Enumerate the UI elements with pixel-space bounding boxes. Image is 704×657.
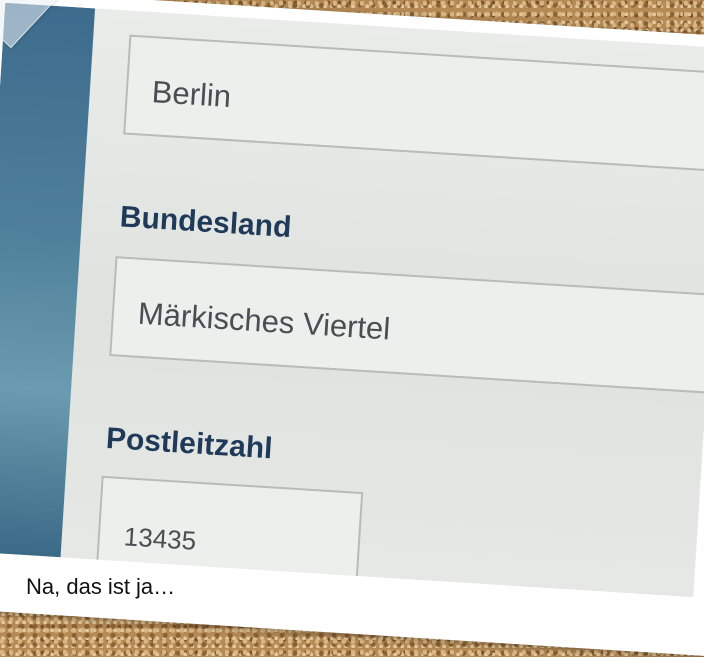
- city-input[interactable]: Berlin: [123, 34, 704, 175]
- zip-value: 13435: [123, 521, 198, 556]
- photo-print: Berlin Bundesland Märkisches Viertel Pos…: [0, 0, 704, 657]
- screen-area: Berlin Bundesland Märkisches Viertel Pos…: [0, 2, 704, 598]
- state-input[interactable]: Märkisches Viertel: [109, 256, 704, 397]
- photo-caption: Na, das ist ja…: [26, 574, 176, 599]
- sidebar-strip: [0, 2, 96, 558]
- state-label: Bundesland: [118, 200, 293, 245]
- city-value: Berlin: [150, 74, 233, 115]
- zip-label: Postleitzahl: [105, 421, 274, 466]
- state-value: Märkisches Viertel: [136, 295, 392, 347]
